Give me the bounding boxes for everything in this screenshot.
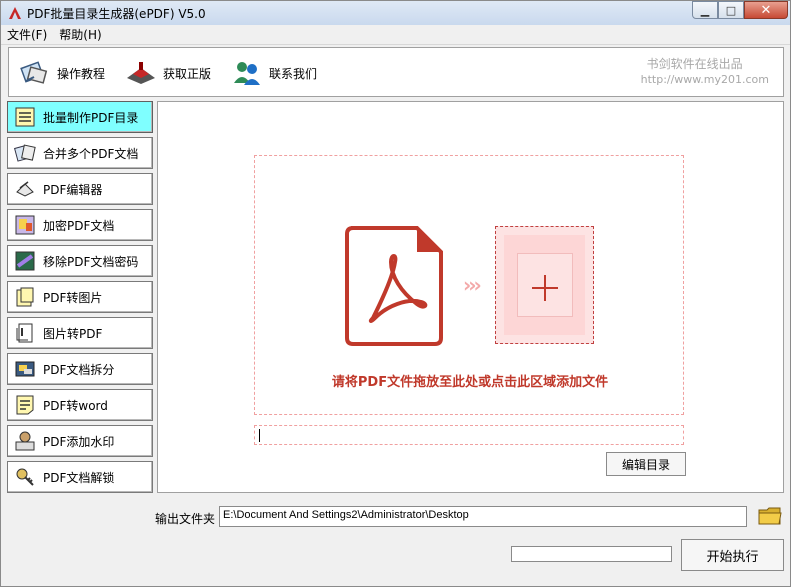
sidebar-item-label: 移除PDF文档密码 <box>43 254 139 269</box>
sidebar-item-image-to-pdf[interactable]: 图片转PDF <box>7 317 153 349</box>
title-bar[interactable]: PDF批量目录生成器(ePDF) V5.0 ▁ □ ✕ <box>1 1 790 25</box>
brand-info: 书剑软件在线出品 http://www.my201.com <box>641 56 769 88</box>
brand-url: http://www.my201.com <box>640 73 769 86</box>
sidebar-item-label: PDF转图片 <box>43 290 103 305</box>
sidebar-item-encrypt[interactable]: 加密PDF文档 <box>7 209 153 241</box>
plus-icon <box>532 275 558 301</box>
add-file-button[interactable] <box>495 226 594 344</box>
remove-password-icon <box>13 249 37 273</box>
pdf-to-image-icon <box>13 285 37 309</box>
editor-icon <box>13 177 37 201</box>
maximize-icon: □ <box>725 3 737 17</box>
sidebar-item-label: 加密PDF文档 <box>43 218 115 233</box>
pdf-to-word-icon <box>13 393 37 417</box>
file-drop-zone[interactable]: ››› 请将PDF文件拖放至此处或点击此区域添加文件 <box>254 155 684 415</box>
edit-toc-button[interactable]: 编辑目录 <box>606 452 686 476</box>
split-icon <box>13 357 37 381</box>
sidebar-item-unlock[interactable]: PDF文档解锁 <box>7 461 153 493</box>
stamp-icon <box>125 58 157 88</box>
sidebar-item-pdf-to-word[interactable]: PDF转word <box>7 389 153 421</box>
tutorial-label: 操作教程 <box>57 66 106 81</box>
maximize-button[interactable]: □ <box>718 1 744 19</box>
sidebar: 批量制作PDF目录 合并多个PDF文档 PDF编辑器 加密PDF文档 移除PDF… <box>7 101 154 497</box>
get-license-label: 获取正版 <box>163 66 212 81</box>
app-logo-icon <box>9 7 21 19</box>
contact-button[interactable]: 联系我们 <box>231 58 317 88</box>
sidebar-item-label: 图片转PDF <box>43 326 103 341</box>
encrypt-icon <box>13 213 37 237</box>
sidebar-item-merge[interactable]: 合并多个PDF文档 <box>7 137 153 169</box>
tutorial-button[interactable]: 操作教程 <box>19 58 105 88</box>
get-license-button[interactable]: 获取正版 <box>125 58 211 88</box>
main-panel: ››› 请将PDF文件拖放至此处或点击此区域添加文件 编辑目录 <box>157 101 784 493</box>
contact-icon <box>231 58 263 88</box>
sidebar-item-split[interactable]: PDF文档拆分 <box>7 353 153 385</box>
output-folder-label: 输出文件夹 <box>155 512 216 526</box>
contact-label: 联系我们 <box>269 66 318 81</box>
minimize-icon: ▁ <box>700 3 710 17</box>
text-caret <box>259 429 260 442</box>
watermark-icon <box>13 429 37 453</box>
sidebar-item-label: PDF添加水印 <box>43 434 115 449</box>
unlock-icon <box>13 465 37 489</box>
pdf-file-icon <box>345 226 443 346</box>
sidebar-item-label: PDF编辑器 <box>43 182 103 197</box>
sidebar-item-batch-toc[interactable]: 批量制作PDF目录 <box>7 101 153 133</box>
window-controls: ▁ □ ✕ <box>692 1 788 19</box>
sidebar-item-label: PDF转word <box>43 398 108 413</box>
close-icon: ✕ <box>760 2 772 18</box>
folder-icon <box>758 507 782 525</box>
sidebar-item-label: PDF文档拆分 <box>43 362 115 377</box>
drop-hint-text: 请将PDF文件拖放至此处或点击此区域添加文件 <box>331 375 609 390</box>
brand-name: 书剑软件在线出品 <box>646 57 743 71</box>
sidebar-item-watermark[interactable]: PDF添加水印 <box>7 425 153 457</box>
menu-file[interactable]: 文件(F) <box>7 26 47 43</box>
toolbar: 操作教程 获取正版 联系我们 书剑软件在线出品 http://www.my201… <box>8 47 784 97</box>
menu-help[interactable]: 帮助(H) <box>59 26 101 43</box>
progress-bar <box>511 546 672 562</box>
output-folder-input[interactable]: E:\Document And Settings2\Administrator\… <box>219 506 747 527</box>
window-title: PDF批量目录生成器(ePDF) V5.0 <box>27 7 206 21</box>
image-to-pdf-icon <box>13 321 37 345</box>
sidebar-item-remove-password[interactable]: 移除PDF文档密码 <box>7 245 153 277</box>
app-window: PDF批量目录生成器(ePDF) V5.0 ▁ □ ✕ 文件(F) 帮助(H) <box>0 0 791 587</box>
sidebar-item-label: PDF文档解锁 <box>43 470 115 485</box>
toc-path-input[interactable] <box>254 425 684 445</box>
tutorial-icon <box>19 58 51 88</box>
menu-bar: 文件(F) 帮助(H) <box>1 25 790 45</box>
close-button[interactable]: ✕ <box>744 1 788 19</box>
sidebar-item-pdf-to-image[interactable]: PDF转图片 <box>7 281 153 313</box>
browse-folder-button[interactable] <box>758 505 782 527</box>
merge-icon <box>13 141 37 165</box>
list-document-icon <box>13 105 37 129</box>
sidebar-item-label: 批量制作PDF目录 <box>43 110 139 125</box>
minimize-button[interactable]: ▁ <box>692 1 718 19</box>
sidebar-item-editor[interactable]: PDF编辑器 <box>7 173 153 205</box>
start-button[interactable]: 开始执行 <box>681 539 784 571</box>
sidebar-item-label: 合并多个PDF文档 <box>43 146 139 161</box>
arrow-right-icon: ››› <box>463 273 482 297</box>
